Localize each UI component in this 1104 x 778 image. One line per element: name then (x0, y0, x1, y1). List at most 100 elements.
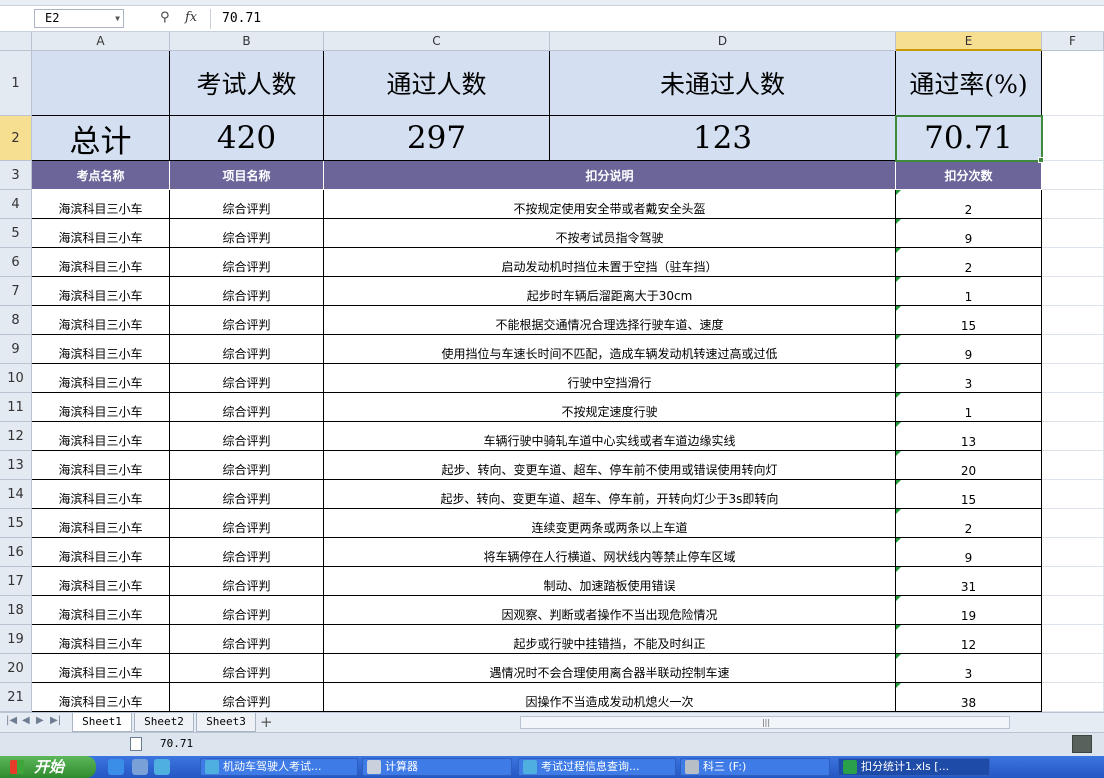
empty-cell[interactable] (1042, 596, 1104, 625)
table-cell[interactable]: 海滨科目三小车 (32, 451, 170, 480)
summary-value-cell[interactable]: 420 (170, 116, 324, 161)
row-header[interactable]: 9 (0, 335, 32, 364)
column-header-f[interactable]: F (1042, 32, 1104, 51)
table-cell[interactable]: 1 (896, 277, 1042, 306)
row-header[interactable]: 15 (0, 509, 32, 538)
media-icon[interactable] (132, 759, 148, 775)
prev-sheet-icon[interactable]: ◀ (22, 715, 30, 726)
table-cell[interactable]: 综合评判 (170, 509, 324, 538)
table-cell[interactable]: 起步时车辆后溜距离大于30cm (324, 277, 896, 306)
column-header-c[interactable]: C (324, 32, 550, 51)
column-header-d[interactable]: D (550, 32, 896, 51)
table-cell[interactable]: 9 (896, 335, 1042, 364)
empty-cell[interactable] (1042, 335, 1104, 364)
empty-cell[interactable] (1042, 219, 1104, 248)
table-cell[interactable]: 2 (896, 190, 1042, 219)
empty-cell[interactable] (1042, 116, 1104, 161)
table-cell[interactable]: 综合评判 (170, 625, 324, 654)
table-cell[interactable]: 海滨科目三小车 (32, 683, 170, 712)
table-cell[interactable]: 启动发动机时挡位未置于空挡（驻车挡） (324, 248, 896, 277)
row-header[interactable]: 1 (0, 51, 32, 116)
name-box[interactable]: E2 ▼ (34, 9, 124, 28)
table-cell[interactable]: 2 (896, 248, 1042, 277)
fill-handle[interactable] (1038, 157, 1044, 163)
table-cell[interactable]: 12 (896, 625, 1042, 654)
tab-sheet1[interactable]: Sheet1 (72, 713, 132, 732)
table-cell[interactable]: 综合评判 (170, 219, 324, 248)
chevron-down-icon[interactable]: ▼ (115, 10, 120, 27)
table-cell[interactable]: 海滨科目三小车 (32, 422, 170, 451)
task-calculator[interactable]: 计算器 (362, 758, 512, 776)
table-cell[interactable]: 19 (896, 596, 1042, 625)
table-cell[interactable]: 综合评判 (170, 248, 324, 277)
add-sheet-button[interactable]: + (260, 713, 273, 731)
empty-cell[interactable] (1042, 480, 1104, 509)
task-spreadsheet[interactable]: 扣分统计1.xls [... (838, 758, 990, 776)
table-cell[interactable]: 综合评判 (170, 538, 324, 567)
table-cell[interactable]: 3 (896, 654, 1042, 683)
next-sheet-icon[interactable]: ▶ (36, 715, 44, 726)
summary-value-cell[interactable]: 297 (324, 116, 550, 161)
table-cell[interactable]: 海滨科目三小车 (32, 248, 170, 277)
table-cell[interactable]: 制动、加速踏板使用错误 (324, 567, 896, 596)
table-cell[interactable]: 综合评判 (170, 567, 324, 596)
row-header[interactable]: 20 (0, 654, 32, 683)
empty-cell[interactable] (1042, 654, 1104, 683)
zoom-icon[interactable]: ⚲ (160, 10, 170, 25)
summary-header-cell[interactable]: 未通过人数 (550, 51, 896, 116)
table-cell[interactable]: 海滨科目三小车 (32, 335, 170, 364)
tab-sheet3[interactable]: Sheet3 (196, 713, 256, 732)
table-cell[interactable]: 3 (896, 364, 1042, 393)
scrollbar-thumb[interactable]: ||| (751, 718, 781, 727)
table-cell[interactable]: 31 (896, 567, 1042, 596)
summary-header-cell[interactable]: 通过人数 (324, 51, 550, 116)
row-header[interactable]: 5 (0, 219, 32, 248)
task-drive[interactable]: 科三 (F:) (680, 758, 830, 776)
table-cell[interactable]: 使用挡位与车速长时间不匹配，造成车辆发动机转速过高或过低 (324, 335, 896, 364)
empty-cell[interactable] (1042, 683, 1104, 712)
row-header[interactable]: 14 (0, 480, 32, 509)
insert-function-icon[interactable]: fx (185, 10, 197, 25)
table-cell[interactable]: 20 (896, 451, 1042, 480)
table-cell[interactable]: 综合评判 (170, 335, 324, 364)
table-cell[interactable]: 海滨科目三小车 (32, 306, 170, 335)
row-header[interactable]: 18 (0, 596, 32, 625)
column-header-b[interactable]: B (170, 32, 324, 51)
column-header-e[interactable]: E (896, 32, 1042, 51)
empty-cell[interactable] (1042, 567, 1104, 596)
table-cell[interactable]: 综合评判 (170, 306, 324, 335)
table-cell[interactable]: 海滨科目三小车 (32, 277, 170, 306)
table-cell[interactable]: 将车辆停在人行横道、网状线内等禁止停车区域 (324, 538, 896, 567)
start-button[interactable]: 开始 (0, 756, 96, 778)
horizontal-scrollbar[interactable]: ||| (520, 716, 1010, 729)
summary-value-cell[interactable]: 总计 (32, 116, 170, 161)
row-header[interactable]: 6 (0, 248, 32, 277)
table-cell[interactable]: 综合评判 (170, 364, 324, 393)
table-cell[interactable]: 海滨科目三小车 (32, 480, 170, 509)
empty-cell[interactable] (1042, 422, 1104, 451)
empty-cell[interactable] (1042, 306, 1104, 335)
formula-input[interactable]: 70.71 (222, 9, 261, 29)
table-cell[interactable]: 海滨科目三小车 (32, 654, 170, 683)
row-header[interactable]: 17 (0, 567, 32, 596)
empty-cell[interactable] (1042, 538, 1104, 567)
empty-cell[interactable] (1042, 161, 1104, 190)
empty-cell[interactable] (1042, 248, 1104, 277)
summary-value-cell[interactable]: 70.71 (896, 116, 1042, 161)
table-cell[interactable]: 海滨科目三小车 (32, 219, 170, 248)
table-cell[interactable]: 起步、转向、变更车道、超车、停车前，开转向灯少于3s即转向 (324, 480, 896, 509)
empty-cell[interactable] (1042, 393, 1104, 422)
table-cell[interactable]: 起步或行驶中挂错挡，不能及时纠正 (324, 625, 896, 654)
row-header[interactable]: 21 (0, 683, 32, 712)
table-cell[interactable]: 因操作不当造成发动机熄火一次 (324, 683, 896, 712)
table-cell[interactable]: 不按考试员指令驾驶 (324, 219, 896, 248)
spreadsheet-grid[interactable]: A B C D E F 1 2 3 4 5 6 7 8 9 10 11 12 13 14 15 16 17 18 19 20 21 考… (0, 32, 1104, 712)
summary-header-cell[interactable]: 考试人数 (170, 51, 324, 116)
table-header-cell[interactable]: 扣分说明 (324, 161, 896, 190)
table-header-cell[interactable]: 项目名称 (170, 161, 324, 190)
row-header[interactable]: 10 (0, 364, 32, 393)
table-cell[interactable]: 综合评判 (170, 683, 324, 712)
empty-cell[interactable] (1042, 364, 1104, 393)
ie-icon[interactable] (108, 759, 124, 775)
table-cell[interactable]: 因观察、判断或者操作不当出现危险情况 (324, 596, 896, 625)
